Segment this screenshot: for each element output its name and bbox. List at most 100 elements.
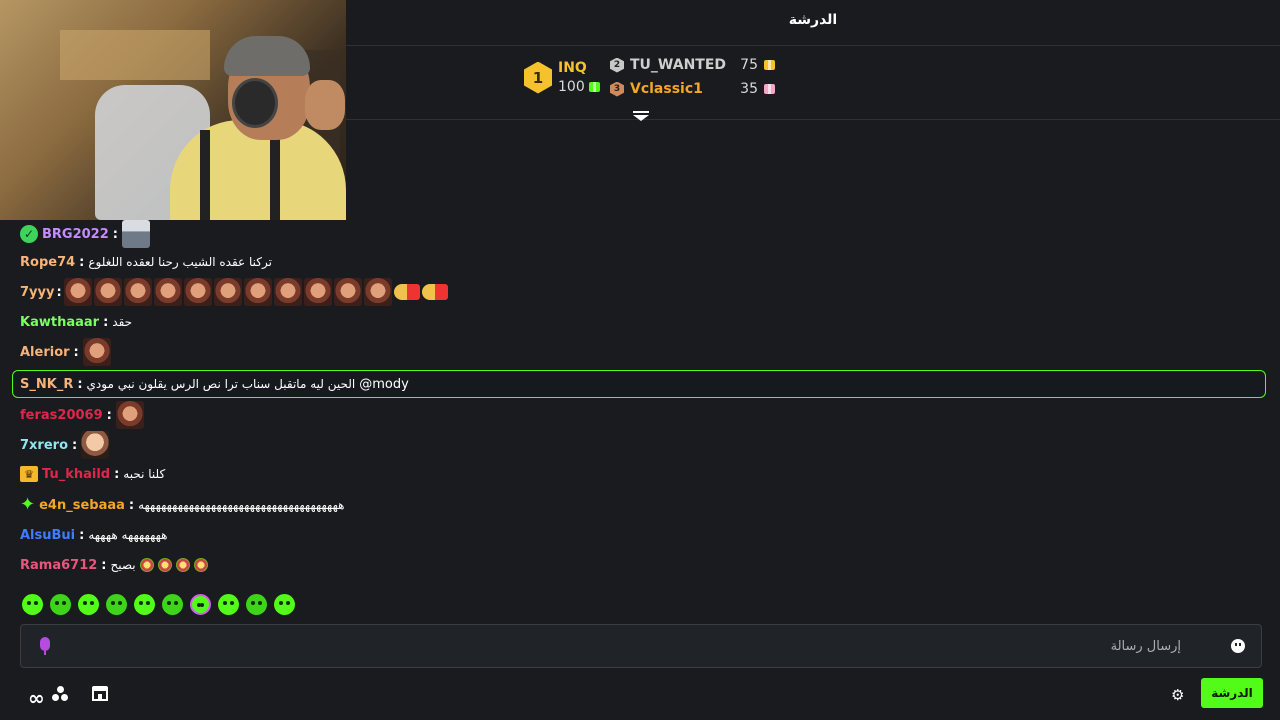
emote-image: [183, 278, 212, 306]
smile-icon[interactable]: [1231, 639, 1245, 653]
emote-image: [243, 278, 272, 306]
emote-button[interactable]: [274, 594, 295, 615]
leaderboard-first-name: INQ: [558, 60, 587, 76]
emote-image: [115, 401, 144, 429]
emote-button[interactable]: [22, 594, 43, 615]
rank-1-badge: 1: [524, 61, 552, 94]
stream-video[interactable]: [0, 0, 346, 220]
emote-image: [153, 278, 182, 306]
leaderboard-second[interactable]: 2 TU_WANTED 75: [610, 57, 775, 73]
gift-icon: [764, 84, 775, 94]
chat-title: الدرشة: [346, 0, 1280, 46]
rank-2-badge: 2: [610, 57, 624, 73]
emote-image: [303, 278, 332, 306]
mic-icon[interactable]: [39, 637, 51, 657]
message-username[interactable]: Alerior: [20, 345, 70, 360]
shirt-stripe: [200, 130, 210, 220]
message-username[interactable]: Tu_khaild: [42, 467, 110, 482]
emote-image: [273, 278, 302, 306]
message-text: الحين ليه ماتقبل سناب ترا نص الرس يقلون …: [86, 377, 356, 391]
gift-leaderboard: 1 INQ 100 2 TU_WANTED 75 3 Vclassic1 35: [346, 46, 1280, 121]
headset: [232, 78, 278, 128]
emote-image: [121, 220, 150, 248]
message-username[interactable]: 7yyy: [20, 285, 54, 300]
message-username[interactable]: Rama6712: [20, 558, 97, 573]
streamer-hand: [305, 80, 345, 130]
leaderboard-first-amount: 100: [558, 79, 585, 95]
chat-message[interactable]: ✓ BRG2022:: [20, 220, 150, 248]
leaderboard-second-name: TU_WANTED: [630, 57, 727, 73]
emote-button[interactable]: [218, 594, 239, 615]
chat-message[interactable]: Kawthaaar: حقد: [20, 309, 132, 335]
message-text: تركنا عقده الشيب رحنا لعقده اللغلوع: [88, 255, 272, 269]
infinity-icon[interactable]: ∞: [28, 686, 45, 710]
rank-3-badge: 3: [610, 81, 624, 97]
store-icon[interactable]: [92, 686, 108, 701]
emote-image: [63, 278, 92, 306]
collapse-icon[interactable]: [633, 111, 649, 125]
message-text: بصيح: [110, 558, 136, 572]
leaderboard-second-amount: 75: [740, 57, 758, 73]
emote-image: [175, 558, 190, 572]
chat-message-mention[interactable]: S_NK_R: الحين ليه ماتقبل سناب ترا نص الر…: [20, 371, 409, 397]
emote-button[interactable]: [134, 594, 155, 615]
gear-icon[interactable]: ⚙: [1171, 686, 1184, 704]
chat-message[interactable]: feras20069:: [20, 401, 144, 429]
verified-badge-icon: ✓: [20, 225, 38, 243]
chat-message[interactable]: Alerior:: [20, 338, 111, 366]
emote-button[interactable]: [162, 594, 183, 615]
emote-button[interactable]: [50, 594, 71, 615]
sparkle-badge-icon: ✦: [20, 494, 36, 515]
chat-message[interactable]: Rope74: تركنا عقده الشيب رحنا لعقده اللغ…: [20, 249, 272, 275]
emote-image: [213, 278, 242, 306]
message-text: كلنا نحبه: [123, 467, 166, 481]
message-text: ههههههههههههههههههههههههههههههههههههه: [138, 498, 345, 512]
leaderboard-third[interactable]: 3 Vclassic1 35: [610, 81, 775, 97]
message-username[interactable]: feras20069: [20, 408, 103, 423]
message-username[interactable]: BRG2022: [42, 227, 109, 242]
chat-message[interactable]: ✦ e4n_sebaaa: هههههههههههههههههههههههههه…: [20, 492, 344, 518]
emote-image: [363, 278, 392, 306]
message-text: هههههههه ههههه: [88, 528, 168, 542]
streamer-hair: [224, 36, 310, 76]
chat-message[interactable]: 7yyy:: [20, 278, 448, 306]
chat-message-input[interactable]: [81, 625, 1181, 667]
video-background: [60, 30, 210, 80]
message-username[interactable]: S_NK_R: [20, 377, 73, 392]
emote-image: [421, 284, 448, 300]
message-text: حقد: [112, 315, 133, 329]
emote-button[interactable]: [78, 594, 99, 615]
emote-quick-bar: [22, 594, 295, 615]
emote-image: [81, 431, 110, 459]
message-username[interactable]: e4n_sebaaa: [39, 498, 125, 513]
emote-image: [193, 558, 208, 572]
dots-icon[interactable]: [52, 686, 70, 704]
gift-icon: [764, 60, 775, 70]
chat-message[interactable]: ♛ Tu_khaild: كلنا نحبه: [20, 461, 165, 487]
leaderboard-third-name: Vclassic1: [630, 81, 703, 97]
emote-button[interactable]: [246, 594, 267, 615]
leaderboard-third-amount: 35: [740, 81, 758, 97]
emote-image: [82, 338, 111, 366]
emote-image: [139, 558, 154, 572]
message-mention[interactable]: @mody: [359, 377, 409, 392]
chat-message[interactable]: 7xrero:: [20, 431, 110, 459]
leaderboard-first[interactable]: 1 INQ 100: [524, 60, 600, 95]
gift-icon: [588, 82, 600, 92]
message-username[interactable]: Rope74: [20, 255, 75, 270]
emote-image: [333, 278, 362, 306]
chat-message[interactable]: AlsuBui: هههههههه ههههه: [20, 522, 167, 548]
message-username[interactable]: 7xrero: [20, 438, 68, 453]
shirt-stripe: [270, 130, 280, 220]
emote-image: [157, 558, 172, 572]
emote-image: [393, 284, 420, 300]
chat-send-button[interactable]: الدرشة: [1201, 678, 1263, 708]
emote-image: [93, 278, 122, 306]
message-username[interactable]: AlsuBui: [20, 528, 75, 543]
emote-button[interactable]: [190, 594, 211, 615]
chat-message[interactable]: Rama6712: بصيح: [20, 552, 208, 578]
crown-badge-icon: ♛: [20, 466, 38, 482]
chat-footer: ∞ ⚙ الدرشة: [0, 676, 1280, 720]
emote-button[interactable]: [106, 594, 127, 615]
message-username[interactable]: Kawthaaar: [20, 315, 99, 330]
